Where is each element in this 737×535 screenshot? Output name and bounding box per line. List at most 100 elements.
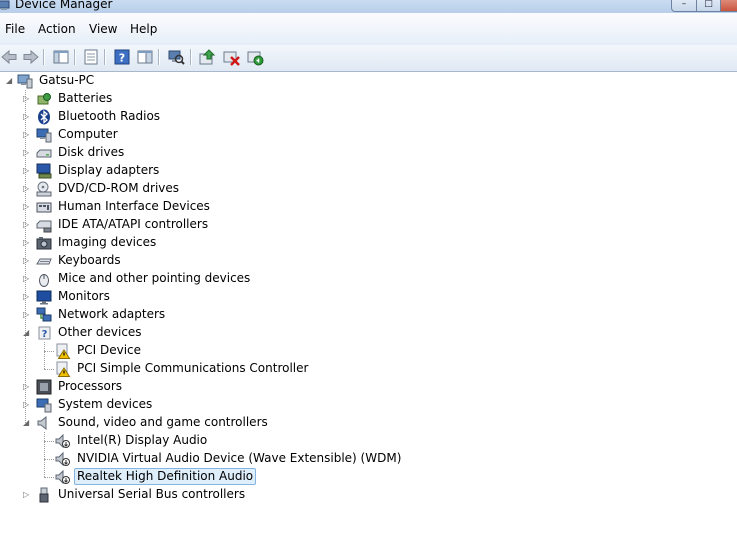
menu-help[interactable]: Help	[130, 22, 157, 36]
collapse-arrow-icon[interactable]: ◢	[6, 76, 15, 85]
expand-arrow-icon[interactable]: ▷	[23, 490, 32, 499]
tree-item-processors[interactable]: ▷ Processors	[0, 378, 700, 396]
uninstall-icon[interactable]	[222, 48, 240, 66]
tree-child-label: Intel(R) Display Audio	[77, 433, 208, 447]
tree-item-computer[interactable]: ▷ Computer	[0, 126, 700, 144]
menu-file[interactable]: File	[5, 22, 25, 36]
collapse-arrow-icon[interactable]: ◢	[23, 418, 32, 427]
tree-item-label: Universal Serial Bus controllers	[58, 487, 246, 501]
tree-item-keyboards[interactable]: ▷ Keyboards	[0, 252, 700, 270]
expand-arrow-icon[interactable]: ▷	[23, 292, 32, 301]
menu-bar: File Action View Help	[0, 13, 737, 45]
tree-child-label: PCI Simple Communications Controller	[77, 361, 309, 375]
tree-item-network-adapters[interactable]: ▷ Network adapters	[0, 306, 700, 324]
network-icon	[36, 307, 52, 322]
usb-icon	[39, 487, 49, 503]
collapse-arrow-icon[interactable]: ◢	[23, 328, 32, 337]
minimize-button[interactable]: –	[671, 0, 697, 12]
ide-controller-icon	[36, 220, 52, 233]
tree-item-label: Processors	[58, 379, 123, 393]
tree-child-pci-simple-comm[interactable]: PCI Simple Communications Controller	[0, 360, 700, 378]
display-adapter-icon	[36, 163, 52, 179]
bluetooth-icon	[38, 109, 50, 125]
tree-child-nvidia-virtual-audio[interactable]: NVIDIA Virtual Audio Device (Wave Extens…	[0, 450, 700, 468]
warning-device-icon	[56, 343, 71, 359]
title-bar: Device Manager – □	[0, 0, 737, 13]
tree-item-label: Computer	[58, 127, 118, 141]
toolbar-separator	[43, 49, 45, 65]
expand-arrow-icon[interactable]: ▷	[23, 256, 32, 265]
back-arrow-icon[interactable]	[0, 48, 18, 66]
tree-child-intel-display-audio[interactable]: Intel(R) Display Audio	[0, 432, 700, 450]
menu-action[interactable]: Action	[38, 22, 76, 36]
device-tree[interactable]: ◢ Gatsu-PC ▷ Batteries ▷ Bluetooth Radio…	[0, 72, 737, 535]
tree-item-disk-drives[interactable]: ▷ Disk drives	[0, 144, 700, 162]
properties-icon[interactable]	[82, 48, 100, 66]
maximize-button[interactable]: □	[696, 0, 721, 12]
tree-item-usb-controllers[interactable]: ▷ Universal Serial Bus controllers	[0, 486, 700, 504]
enable-device-icon[interactable]	[246, 48, 264, 66]
tree-item-label: Mice and other pointing devices	[58, 271, 251, 285]
computer-icon	[17, 74, 33, 89]
expand-arrow-icon[interactable]: ▷	[23, 94, 32, 103]
expand-arrow-icon[interactable]: ▷	[23, 310, 32, 319]
tree-item-label: Sound, video and game controllers	[58, 415, 268, 429]
computer-icon	[36, 128, 52, 143]
tree-item-label: Network adapters	[58, 307, 166, 321]
processor-icon	[36, 379, 52, 395]
tree-item-imaging-devices[interactable]: ▷ Imaging devices	[0, 234, 700, 252]
tree-item-label: Bluetooth Radios	[58, 109, 161, 123]
tree-child-label: NVIDIA Virtual Audio Device (Wave Extens…	[77, 451, 402, 465]
scan-hardware-icon[interactable]	[167, 48, 185, 66]
tree-item-label: System devices	[58, 397, 153, 411]
help-icon[interactable]: ?	[113, 48, 131, 66]
console-tree-icon[interactable]	[52, 48, 70, 66]
tree-item-sound-controllers[interactable]: ◢ Sound, video and game controllers	[0, 414, 700, 432]
tree-item-display-adapters[interactable]: ▷ Display adapters	[0, 162, 700, 180]
tree-item-dvd-drives[interactable]: ▷ DVD/CD-ROM drives	[0, 180, 700, 198]
device-manager-icon	[0, 0, 10, 10]
expand-arrow-icon[interactable]: ▷	[23, 166, 32, 175]
tree-item-system-devices[interactable]: ▷ System devices	[0, 396, 700, 414]
tree-item-bluetooth[interactable]: ▷ Bluetooth Radios	[0, 108, 700, 126]
camera-icon	[36, 237, 52, 250]
audio-device-icon	[55, 451, 70, 467]
expand-arrow-icon[interactable]: ▷	[23, 382, 32, 391]
tree-item-label: Keyboards	[58, 253, 121, 267]
tree-item-hid[interactable]: ▷ Human Interface Devices	[0, 198, 700, 216]
expand-arrow-icon[interactable]: ▷	[23, 238, 32, 247]
forward-arrow-icon[interactable]	[22, 48, 40, 66]
tree-item-label: Disk drives	[58, 145, 125, 159]
tree-root[interactable]: ◢ Gatsu-PC	[0, 72, 700, 90]
expand-arrow-icon[interactable]: ▷	[23, 220, 32, 229]
update-driver-icon[interactable]	[198, 48, 216, 66]
expand-arrow-icon[interactable]: ▷	[23, 148, 32, 157]
tree-child-pci-device[interactable]: PCI Device	[0, 342, 700, 360]
action-pane-icon[interactable]	[136, 48, 154, 66]
toolbar-separator	[190, 49, 192, 65]
tree-child-realtek-audio[interactable]: Realtek High Definition Audio	[0, 468, 700, 486]
tree-item-mice[interactable]: ▷ Mice and other pointing devices	[0, 270, 700, 288]
disk-drive-icon	[36, 149, 52, 158]
expand-arrow-icon[interactable]: ▷	[23, 184, 32, 193]
audio-device-icon	[55, 469, 70, 485]
tree-item-other-devices[interactable]: ◢ ? Other devices	[0, 324, 700, 342]
other-devices-icon: ?	[38, 326, 51, 340]
monitor-icon	[36, 290, 52, 305]
tree-item-monitors[interactable]: ▷ Monitors	[0, 288, 700, 306]
menu-view[interactable]: View	[89, 22, 117, 36]
tree-item-label: Monitors	[58, 289, 110, 303]
tree-item-ide-controllers[interactable]: ▷ IDE ATA/ATAPI controllers	[0, 216, 700, 234]
expand-arrow-icon[interactable]: ▷	[23, 400, 32, 409]
expand-arrow-icon[interactable]: ▷	[23, 202, 32, 211]
window-title: Device Manager	[15, 0, 113, 11]
expand-arrow-icon[interactable]: ▷	[23, 112, 32, 121]
toolbar-separator	[158, 49, 160, 65]
expand-arrow-icon[interactable]: ▷	[23, 274, 32, 283]
expand-arrow-icon[interactable]: ▷	[23, 130, 32, 139]
tree-child-label: Realtek High Definition Audio	[74, 468, 257, 485]
tree-item-batteries[interactable]: ▷ Batteries	[0, 90, 700, 108]
close-button[interactable]	[720, 0, 737, 12]
tree-child-label: PCI Device	[77, 343, 142, 357]
tree-item-label: Human Interface Devices	[58, 199, 210, 213]
